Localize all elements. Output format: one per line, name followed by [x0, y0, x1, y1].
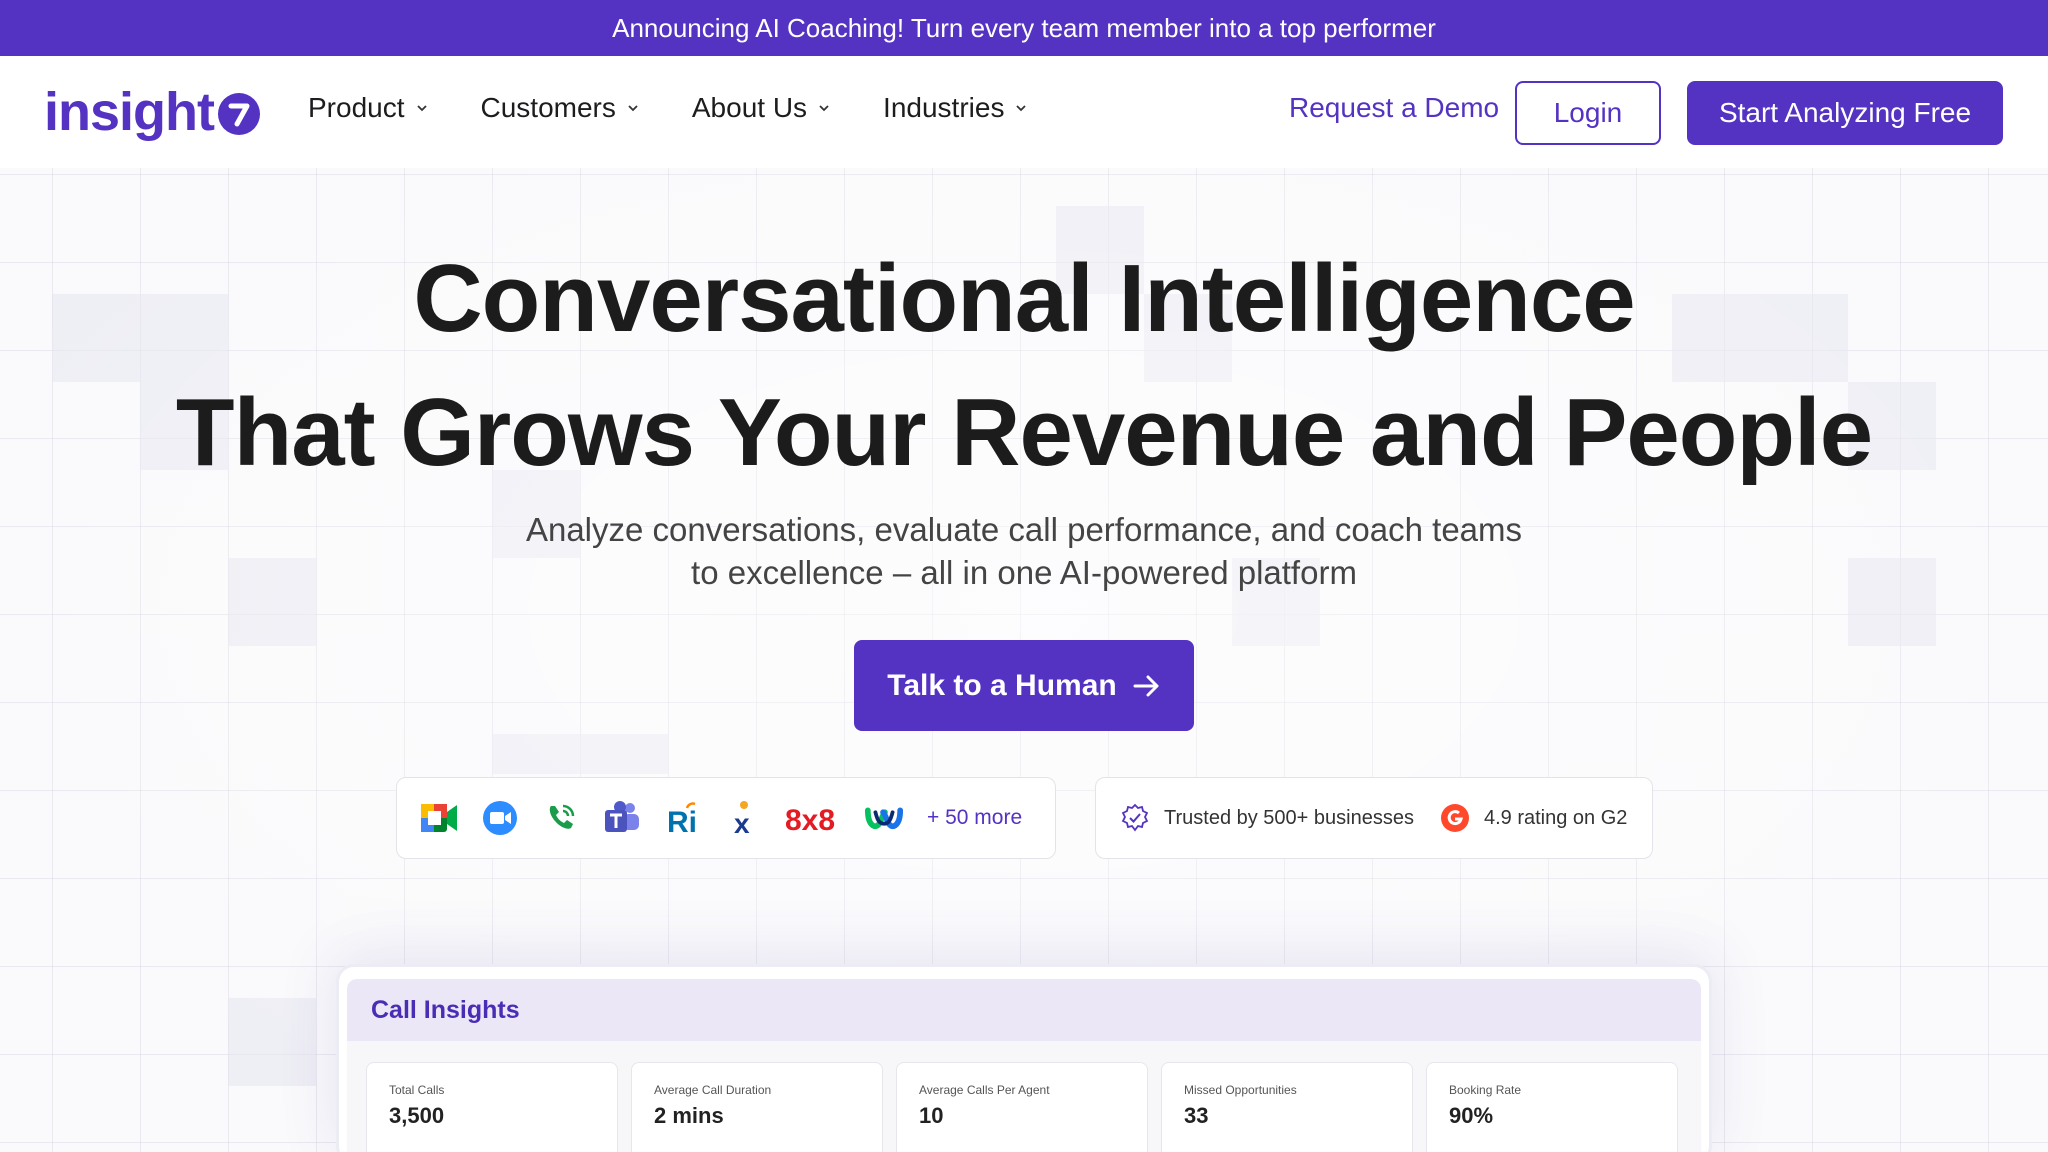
- chevron-down-icon: [1016, 105, 1027, 112]
- chevron-down-icon: [819, 105, 829, 112]
- talk-to-a-human-button[interactable]: Talk to a Human: [854, 640, 1194, 731]
- nav-customers[interactable]: Customers: [481, 92, 640, 124]
- stat-value: 2 mins: [654, 1103, 724, 1128]
- stat-card-booking-rate: Booking Rate 90%: [1426, 1062, 1678, 1152]
- trust-strip: Trusted by 500+ businesses 4.9 rating on…: [1095, 777, 1653, 859]
- call-insights-title: Call Insights: [371, 995, 520, 1024]
- hero-title-line-2: That Grows Your Revenue and People: [175, 379, 1873, 486]
- phone-icon: [541, 798, 581, 838]
- call-insights-header: Call Insights: [347, 979, 1701, 1041]
- login-button[interactable]: Login: [1515, 81, 1661, 145]
- trusted-businesses-text: Trusted by 500+ businesses: [1164, 806, 1414, 829]
- google-meet-icon: [419, 798, 459, 838]
- nav-product-label: Product: [308, 92, 405, 123]
- stat-value: 90%: [1449, 1103, 1494, 1128]
- g2-rating-text: 4.9 rating on G2: [1483, 806, 1628, 829]
- nav-about-us-label: About Us: [691, 92, 808, 123]
- announcement-text[interactable]: Announcing AI Coaching! Turn every team …: [612, 13, 1436, 44]
- nav-customers-label: Customers: [480, 92, 616, 123]
- hero-title-line-1: Conversational Intelligence: [413, 245, 1635, 352]
- stat-card-missed-opportunities: Missed Opportunities 33: [1161, 1062, 1413, 1152]
- stat-label: Missed Opportunities: [1184, 1083, 1297, 1097]
- verified-badge-icon: [1120, 803, 1150, 833]
- nav-product[interactable]: Product: [308, 92, 429, 124]
- arrow-right-icon: [1133, 675, 1159, 696]
- 8x8-text: 8x8: [785, 804, 835, 836]
- webex-icon: [864, 798, 904, 838]
- top-navbar: insight Product Customers About Us Indus…: [0, 56, 2048, 168]
- ringcentral-icon: Ri: [663, 798, 703, 838]
- stat-label: Booking Rate: [1449, 1083, 1522, 1097]
- hero-subtitle-line-2: to excellence – all in one AI-powered pl…: [691, 554, 1357, 591]
- announcement-bar[interactable]: Announcing AI Coaching! Turn every team …: [0, 0, 2048, 56]
- stat-value: 3,500: [389, 1103, 445, 1128]
- insight7-logo[interactable]: insight: [44, 82, 260, 142]
- chevron-down-icon: [416, 105, 427, 112]
- nav-about-us[interactable]: About Us: [692, 92, 831, 124]
- xcally-text: x: [734, 808, 750, 837]
- g2-logo-icon: [1440, 803, 1470, 833]
- hero-subtitle-line-1: Analyze conversations, evaluate call per…: [525, 511, 1523, 548]
- integrations-strip: Ri x 8x8 + 50 more: [396, 777, 1056, 859]
- request-demo-link[interactable]: Request a Demo: [1289, 92, 1499, 124]
- stat-label: Average Calls Per Agent: [919, 1083, 1050, 1097]
- stat-label: Total Calls: [389, 1083, 445, 1097]
- start-analyzing-free-button[interactable]: Start Analyzing Free: [1687, 81, 2003, 145]
- stat-label: Average Call Duration: [654, 1083, 772, 1097]
- chevron-down-icon: [628, 105, 638, 112]
- microsoft-teams-icon: [602, 798, 642, 838]
- stat-value: 33: [1184, 1103, 1209, 1128]
- 8x8-icon: 8x8: [785, 798, 843, 838]
- logo-badge-icon: [217, 93, 260, 135]
- zoom-icon: [480, 798, 520, 838]
- main-nav: Product Customers About Us Industries: [308, 92, 1080, 124]
- logo-text: insight: [44, 82, 215, 142]
- stat-card-average-calls-per-agent: Average Calls Per Agent 10: [896, 1062, 1148, 1152]
- stat-card-average-call-duration: Average Call Duration 2 mins: [631, 1062, 883, 1152]
- ringcentral-text: Ri: [667, 806, 697, 836]
- more-integrations-link[interactable]: + 50 more: [927, 806, 1022, 830]
- talk-to-a-human-label: Talk to a Human: [887, 668, 1117, 702]
- hero-subtitle: Analyze conversations, evaluate call per…: [0, 508, 2048, 594]
- nav-industries[interactable]: Industries: [883, 92, 1028, 124]
- stat-card-total-calls: Total Calls 3,500: [366, 1062, 618, 1152]
- stat-value: 10: [919, 1103, 944, 1128]
- xcally-icon: x: [724, 798, 764, 838]
- nav-industries-label: Industries: [883, 92, 1005, 123]
